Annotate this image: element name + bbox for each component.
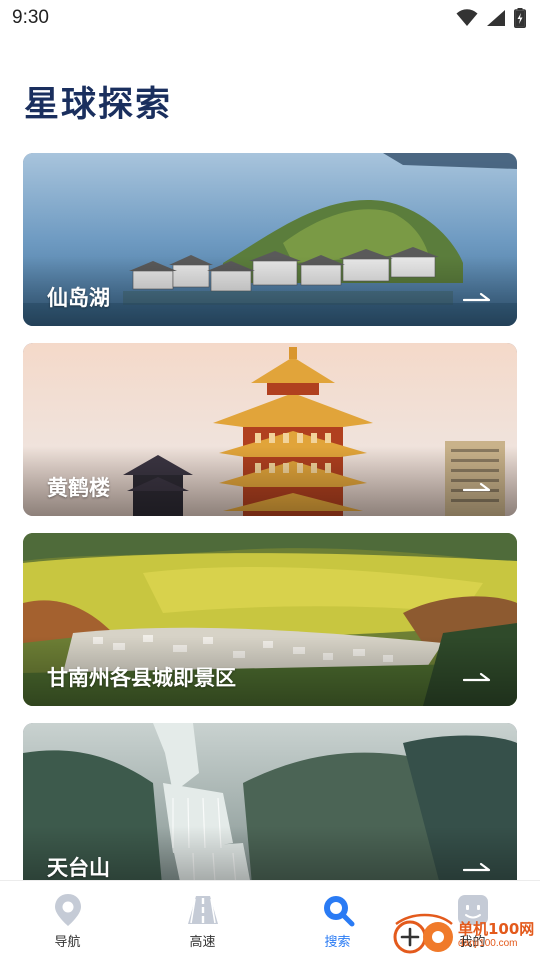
arrow-right-icon xyxy=(463,292,491,302)
card-title: 黄鹤楼 xyxy=(47,476,110,500)
destination-card[interactable]: 仙岛湖 xyxy=(23,153,517,326)
arrow-right-icon xyxy=(463,482,491,492)
watermark-logo-icon xyxy=(392,912,456,958)
destination-card[interactable]: 甘南州各县城即景区 xyxy=(23,533,517,706)
arrow-right-icon xyxy=(463,862,491,872)
arrow-right-icon xyxy=(463,672,491,682)
nav-item-highway[interactable]: 高速 xyxy=(135,881,270,960)
status-time: 9:30 xyxy=(12,7,49,28)
destination-card-list: 仙岛湖 黄鹤楼 甘南州各县城即景区 天台山 xyxy=(23,153,517,913)
nav-label: 导航 xyxy=(54,935,81,950)
location-pin-icon xyxy=(51,893,85,927)
nav-label: 高速 xyxy=(189,935,216,950)
card-title: 甘南州各县城即景区 xyxy=(47,666,236,690)
status-icons xyxy=(456,8,526,28)
nav-label: 搜索 xyxy=(324,935,351,950)
watermark-main-text: 单机100网 xyxy=(458,920,535,938)
battery-charging-icon xyxy=(514,8,526,28)
destination-card[interactable]: 黄鹤楼 xyxy=(23,343,517,516)
watermark-text: 单机100网 danji100.com xyxy=(458,920,534,950)
nav-item-navigation[interactable]: 导航 xyxy=(0,881,135,960)
watermark-sub-text: danji100.com xyxy=(458,938,518,949)
status-bar: 9:30 xyxy=(0,0,540,36)
highway-road-icon xyxy=(186,893,220,927)
cellular-signal-icon xyxy=(487,10,505,26)
nav-item-search[interactable]: 搜索 xyxy=(270,881,405,960)
watermark: 单机100网 danji100.com xyxy=(392,912,538,958)
page-title: 星球探索 xyxy=(24,85,173,125)
card-title: 天台山 xyxy=(47,856,110,880)
search-icon xyxy=(321,893,355,927)
wifi-icon xyxy=(456,9,478,26)
card-title: 仙岛湖 xyxy=(47,286,110,310)
destination-card[interactable]: 天台山 xyxy=(23,723,517,896)
